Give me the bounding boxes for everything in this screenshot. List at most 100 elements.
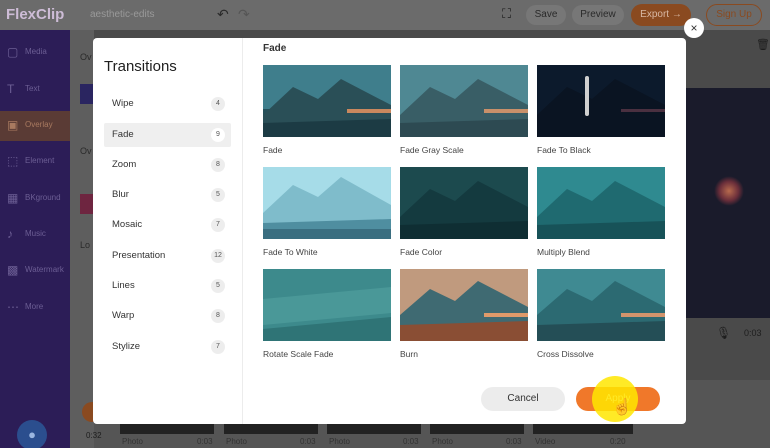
transition-label: Multiply Blend [537, 247, 590, 257]
category-count: 5 [211, 279, 225, 293]
clip-duration: 0:03 [403, 437, 419, 446]
panel-swatch[interactable] [80, 194, 94, 214]
transition-thumbnail-multiply-blend[interactable] [537, 167, 665, 239]
transition-thumbnail-fade-color[interactable] [400, 167, 528, 239]
transition-thumbnail-cross-dissolve[interactable] [537, 269, 665, 341]
logo: FlexClip [6, 6, 65, 23]
element-icon: ⬚ [7, 154, 19, 168]
sidebar-item-label: Element [25, 156, 55, 165]
cancel-button[interactable]: Cancel [481, 387, 565, 411]
panel-heading: Ov [80, 52, 92, 62]
transition-thumbnail-burn[interactable] [400, 269, 528, 341]
top-bar: FlexClip aesthetic-edits ↶ ↷ ⛶ Save Prev… [0, 0, 770, 30]
category-zoom[interactable]: Zoom 8 [104, 153, 231, 177]
panel-swatch[interactable] [80, 84, 94, 104]
transition-label: Fade To White [263, 247, 318, 257]
category-count: 7 [211, 218, 225, 232]
transition-label: Rotate Scale Fade [263, 349, 334, 359]
export-button[interactable]: Export → [631, 4, 691, 26]
category-label: Lines [112, 280, 135, 291]
clip-label: Photo [432, 437, 453, 446]
save-button[interactable]: Save [526, 5, 566, 25]
video-preview [686, 88, 770, 318]
more-icon: ⋯ [7, 300, 19, 314]
sidebar-item-more[interactable]: ⋯ More [0, 293, 70, 323]
category-mosaic[interactable]: Mosaic 7 [104, 213, 231, 237]
text-icon: T [7, 82, 15, 96]
sidebar-item-music[interactable]: ♪ Music [0, 220, 70, 250]
redo-icon[interactable]: ↷ [238, 6, 250, 23]
category-lines[interactable]: Lines 5 [104, 274, 231, 298]
transition-thumbnail-fade-gray-scale[interactable] [400, 65, 528, 137]
side-panel: Ov Ov Lo [70, 30, 94, 448]
category-label: Fade [112, 129, 134, 140]
category-label: Blur [112, 189, 129, 200]
sidebar-item-label: Media [25, 47, 47, 56]
clip-label: Photo [122, 437, 143, 446]
sidebar-item-overlay[interactable]: ▣ Overlay [0, 111, 70, 141]
panel-heading: Lo [80, 240, 91, 250]
microphone-icon[interactable]: 🎙 [716, 326, 731, 340]
dialog-title: Transitions [104, 58, 177, 75]
sidebar-item-label: More [25, 302, 44, 311]
sidebar-item-element[interactable]: ⬚ Element [0, 147, 70, 177]
preview-image [714, 176, 744, 206]
sidebar-item-label: Overlay [25, 120, 53, 129]
category-count: 4 [211, 97, 225, 111]
chat-icon[interactable]: ● [17, 420, 47, 448]
transition-label: Burn [400, 349, 418, 359]
sidebar-item-text[interactable]: T Text [0, 75, 70, 105]
transition-thumbnail-fade-to-white[interactable] [263, 167, 391, 239]
transition-thumbnail-fade[interactable] [263, 65, 391, 137]
category-label: Wipe [112, 98, 134, 109]
category-count: 8 [211, 158, 225, 172]
clip-duration: 0:03 [197, 437, 213, 446]
transition-label: Fade To Black [537, 145, 591, 155]
category-presentation[interactable]: Presentation 12 [104, 244, 231, 268]
transitions-dialog: Transitions Wipe 4 Fade 9 Zoom 8 Blur 5 … [93, 38, 686, 424]
category-count: 12 [211, 249, 225, 263]
category-stylize[interactable]: Stylize 7 [104, 335, 231, 359]
sidebar-item-label: Watermark [25, 265, 64, 274]
watermark-icon: ▩ [7, 263, 19, 277]
document-name[interactable]: aesthetic-edits [90, 9, 154, 20]
category-fade[interactable]: Fade 9 [104, 123, 231, 147]
category-count: 9 [211, 128, 225, 142]
undo-icon[interactable]: ↶ [217, 6, 229, 23]
category-count: 5 [211, 188, 225, 202]
sign-up-button[interactable]: Sign Up [706, 4, 762, 26]
clip-duration: 0:03 [300, 437, 316, 446]
clip-label: Photo [329, 437, 350, 446]
transition-label: Fade Color [400, 247, 443, 257]
clip-label: Video [535, 437, 556, 446]
transition-label: Cross Dissolve [537, 349, 594, 359]
overlay-icon: ▣ [7, 118, 19, 132]
sidebar-item-background[interactable]: ▦ BKground [0, 184, 70, 214]
background-icon: ▦ [7, 191, 19, 205]
transition-thumbnail-rotate-scale-fade[interactable] [263, 269, 391, 341]
transition-thumbnail-fade-to-black[interactable] [537, 65, 665, 137]
category-warp[interactable]: Warp 8 [104, 304, 231, 328]
sidebar-item-watermark[interactable]: ▩ Watermark [0, 256, 70, 286]
trash-icon[interactable]: 🗑 [756, 38, 770, 51]
sidebar-item-label: Text [25, 84, 40, 93]
category-label: Presentation [112, 250, 166, 261]
close-icon[interactable]: × [684, 18, 704, 38]
category-label: Mosaic [112, 219, 143, 230]
category-count: 8 [211, 309, 225, 323]
preview-button[interactable]: Preview [572, 5, 624, 25]
category-list: Transitions Wipe 4 Fade 9 Zoom 8 Blur 5 … [93, 38, 243, 424]
clip-label: Photo [226, 437, 247, 446]
category-blur[interactable]: Blur 5 [104, 183, 231, 207]
clip-time: 0:03 [744, 328, 762, 338]
sidebar-item-label: BKground [25, 193, 61, 202]
fullscreen-icon[interactable]: ⛶ [502, 6, 511, 22]
category-label: Warp [112, 310, 135, 321]
clip-duration: 0:03 [506, 437, 522, 446]
transition-label: Fade [263, 145, 283, 155]
category-wipe[interactable]: Wipe 4 [104, 92, 231, 116]
clip-duration: 0:20 [610, 437, 626, 446]
sidebar-item-media[interactable]: ▢ Media [0, 38, 70, 68]
sidebar-item-label: Music [25, 229, 46, 238]
scrollbar[interactable] [585, 76, 589, 116]
